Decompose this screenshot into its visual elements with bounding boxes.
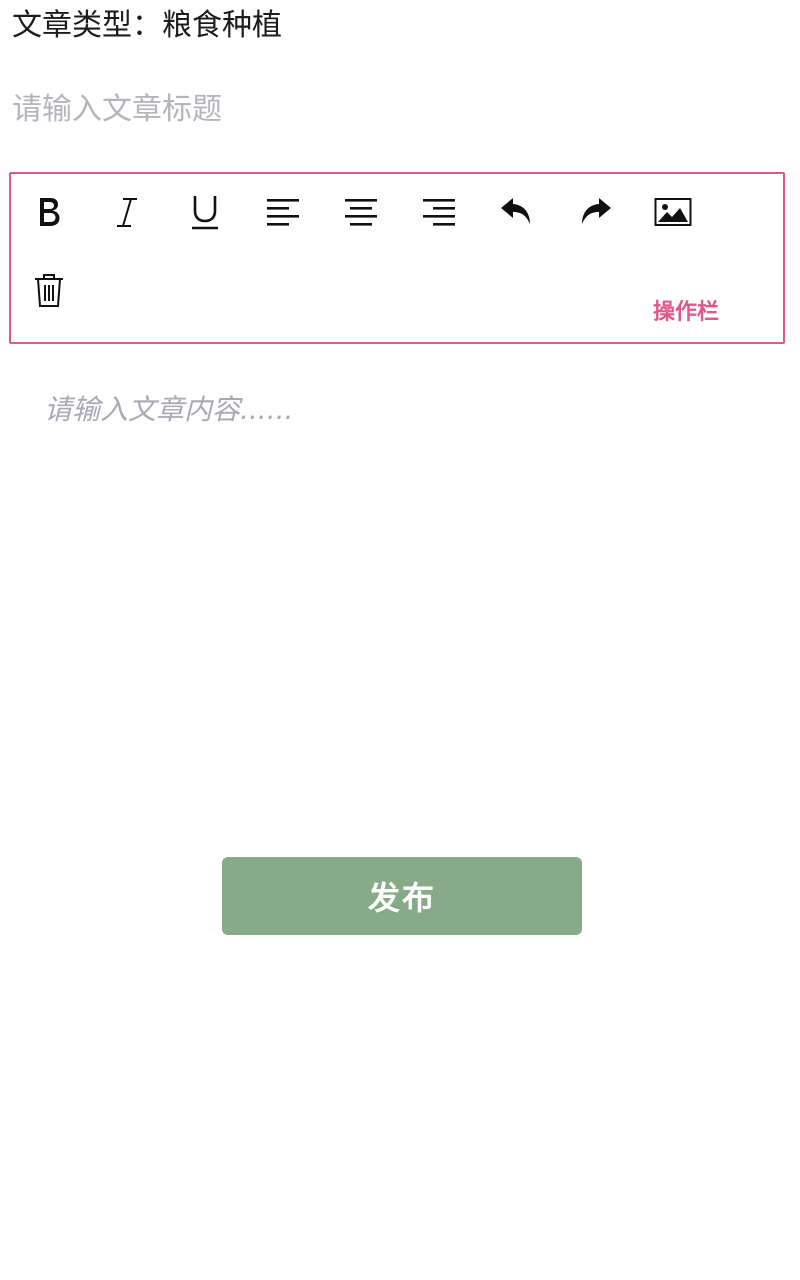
bold-button[interactable] xyxy=(27,190,71,234)
editor-toolbar: 操作栏 xyxy=(9,172,785,344)
underline-icon xyxy=(192,196,218,230)
content-input[interactable] xyxy=(44,388,764,808)
image-icon xyxy=(654,198,692,226)
redo-button[interactable] xyxy=(573,190,617,234)
align-right-icon xyxy=(423,199,455,226)
article-type-line: 文章类型：粮食种植 xyxy=(12,4,282,48)
align-left-button[interactable] xyxy=(261,190,305,234)
italic-button[interactable] xyxy=(105,190,149,234)
insert-image-button[interactable] xyxy=(651,190,695,234)
undo-button[interactable] xyxy=(495,190,539,234)
align-left-icon xyxy=(267,199,299,226)
undo-icon xyxy=(501,198,530,224)
underline-button[interactable] xyxy=(183,190,227,234)
article-type-label: 文章类型： xyxy=(12,8,162,43)
delete-button[interactable] xyxy=(27,268,71,312)
redo-icon xyxy=(582,198,611,224)
publish-button[interactable]: 发布 xyxy=(222,857,582,935)
bold-icon xyxy=(40,198,60,226)
toolbar-label: 操作栏 xyxy=(653,300,720,325)
italic-icon xyxy=(117,198,137,227)
align-center-button[interactable] xyxy=(339,190,383,234)
align-right-button[interactable] xyxy=(417,190,461,234)
align-center-icon xyxy=(345,199,377,226)
article-type-value: 粮食种植 xyxy=(162,8,282,43)
title-input[interactable] xyxy=(12,84,772,134)
trash-icon xyxy=(35,274,63,307)
